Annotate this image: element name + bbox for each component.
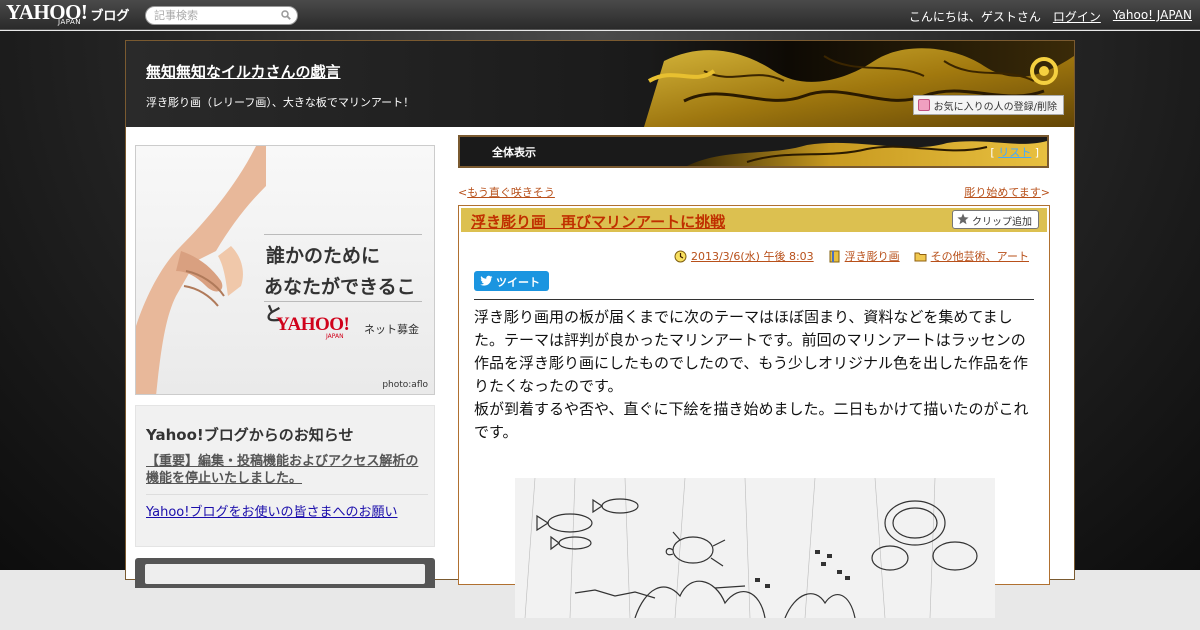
book-icon: [829, 250, 840, 262]
next-arrow: >: [1040, 186, 1050, 199]
yahoo-blog-logo[interactable]: YAHOO! JAPAN ブログ: [6, 2, 130, 27]
notice-item-important[interactable]: 【重要】編集・投稿機能およびアクセス解析の機能を停止いたしました。: [146, 453, 428, 487]
article-date: 2013/3/6(水) 午後 8:03: [674, 248, 814, 264]
yahoo-logo-japan: JAPAN: [58, 18, 82, 26]
ad-photo-credit: photo:aflo: [382, 380, 428, 390]
prev-article-nav: <もう直ぐ咲きそう: [458, 184, 555, 200]
user-nav: こんにちは、ゲストさん ログイン Yahoo! JAPAN: [909, 8, 1192, 25]
category-art-link[interactable]: その他芸術、アート: [931, 248, 1029, 264]
ad-yahoo-japan: JAPAN: [326, 333, 344, 340]
notice-heading: Yahoo!ブログからのお知らせ: [146, 426, 354, 444]
tweet-label: ツイート: [496, 276, 540, 289]
tweet-button[interactable]: ツイート: [474, 271, 549, 291]
article-title[interactable]: 浮き彫り画 再びマリンアートに挑戦: [471, 211, 725, 232]
ad-divider-bottom: [264, 301, 422, 302]
clip-button-label: クリップ追加: [972, 217, 1032, 228]
article-date-link[interactable]: 2013/3/6(水) 午後 8:03: [691, 248, 814, 264]
list-view-toggle: [ リスト ]: [990, 144, 1039, 160]
clock-icon: [674, 250, 687, 262]
article-title-bar: 浮き彫り画 再びマリンアートに挑戦 クリップ追加: [461, 208, 1047, 232]
layout-wrapper: 誰かのために あなたができること YAHOO! JAPAN ネット募金 phot…: [125, 40, 1075, 618]
search-icon[interactable]: [281, 10, 291, 20]
category-relief-link[interactable]: 浮き彫り画: [845, 248, 900, 264]
yahoo-japan-link[interactable]: Yahoo! JAPAN: [1113, 8, 1192, 25]
sidebar-module-box: [135, 558, 435, 588]
article-paragraph-1: 浮き彫り画用の板が届くまでに次のテーマはほぼ固まり、資料などを集めてました。テー…: [474, 308, 1028, 395]
article-category-sub: その他芸術、アート: [914, 248, 1029, 264]
ad-service-name: ネット募金: [364, 323, 419, 336]
article-rule: [474, 299, 1034, 300]
greeting-text: こんにちは、ゲストさん: [908, 10, 1041, 24]
clip-add-button[interactable]: クリップ追加: [952, 210, 1039, 229]
ad-divider-top: [264, 234, 422, 235]
handshake-photo: [136, 146, 266, 394]
article-category-main: 浮き彫り画: [828, 248, 900, 264]
list-bracket-close: ]: [1031, 146, 1039, 159]
article-body: 浮き彫り画用の板が届くまでに次のテーマはほぼ固まり、資料などを集めてました。テー…: [474, 306, 1039, 444]
article: 浮き彫り画 再びマリンアートに挑戦 クリップ追加 2013/3/6(水) 午後 …: [458, 205, 1050, 618]
yahoo-donation-ad[interactable]: 誰かのために あなたができること YAHOO! JAPAN ネット募金 phot…: [135, 145, 435, 395]
yahoo-logo-blog: ブログ: [90, 9, 130, 24]
login-link[interactable]: ログイン: [1053, 8, 1101, 25]
sidebar-module-header: [145, 564, 425, 584]
yahoo-blog-notice-box: Yahoo!ブログからのお知らせ 【重要】編集・投稿機能およびアクセス解析の機能…: [135, 405, 435, 547]
article-search-input[interactable]: [154, 8, 274, 23]
article-paragraph-2: 板が到着するや否や、直ぐに下絵を描き始めました。二日もかけて描いたのがこれです。: [474, 400, 1029, 441]
prev-article-link[interactable]: もう直ぐ咲きそう: [467, 186, 555, 199]
yahoo-top-bar: YAHOO! JAPAN ブログ こんにちは、ゲストさん ログイン Yahoo!…: [0, 0, 1200, 30]
article-meta: 2013/3/6(水) 午後 8:03 浮き彫り画 その他芸術、アート: [674, 248, 1029, 264]
star-icon: [957, 213, 969, 225]
article-search-box: [145, 6, 298, 25]
view-mode-title: 全体表示: [492, 146, 536, 159]
prev-arrow: <: [458, 186, 468, 199]
next-article-link[interactable]: 彫り始めてます: [964, 186, 1040, 199]
folder-icon: [914, 252, 927, 261]
notice-separator: [146, 494, 428, 495]
list-view-link[interactable]: リスト: [998, 146, 1031, 159]
notice-item-request[interactable]: Yahoo!ブログをお使いの皆さまへのお願い: [146, 501, 397, 520]
twitter-bird-icon: [480, 275, 493, 286]
marine-art-sketch-image: [515, 478, 995, 618]
next-article-nav: 彫り始めてます>: [964, 184, 1050, 200]
ad-text-line1: 誰かのために: [266, 245, 381, 267]
view-mode-bar: 全体表示 [ リスト ]: [458, 135, 1049, 168]
